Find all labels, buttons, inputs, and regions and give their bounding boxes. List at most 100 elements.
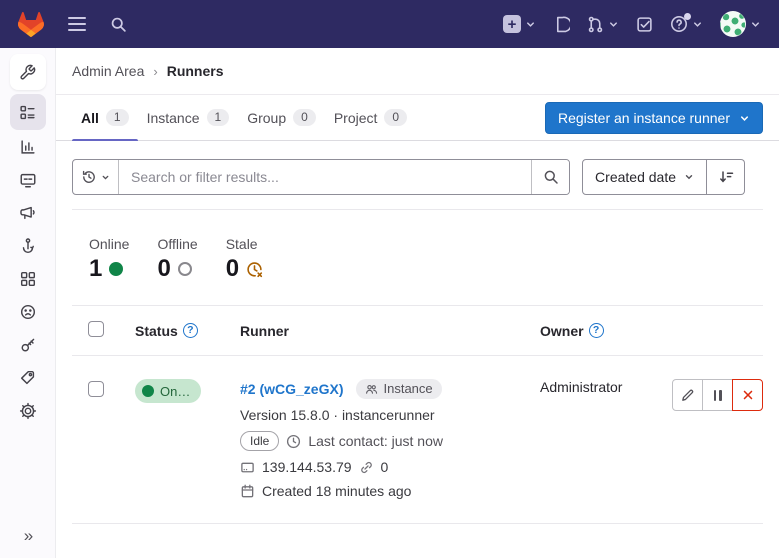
sidebar-item-credentials[interactable] bbox=[10, 328, 46, 361]
runners-table: Status ? Runner Owner ? Online bbox=[72, 305, 763, 524]
runner-tabs: All 1 Instance 1 Group 0 Project 0 Regis… bbox=[56, 95, 779, 141]
stat-stale: Stale 0 bbox=[226, 236, 263, 281]
sidebar-item-abuse-reports[interactable] bbox=[10, 295, 46, 328]
breadcrumb-runners: Runners bbox=[167, 63, 224, 79]
wrench-icon bbox=[19, 64, 36, 81]
merge-requests-menu[interactable] bbox=[587, 16, 619, 33]
todos-icon[interactable] bbox=[636, 16, 653, 33]
search-input[interactable] bbox=[119, 160, 531, 194]
chevron-down-icon bbox=[739, 113, 750, 124]
merge-request-icon bbox=[587, 16, 604, 33]
pause-runner-button[interactable] bbox=[702, 379, 733, 411]
runner-link-count: 0 bbox=[381, 459, 389, 475]
notification-dot bbox=[684, 13, 691, 20]
search-history-dropdown[interactable] bbox=[73, 160, 119, 194]
sort-by-label: Created date bbox=[595, 169, 676, 185]
runner-stats: Online 1 Offline 0 Stale 0 bbox=[56, 210, 779, 281]
chevron-down-icon bbox=[684, 172, 694, 182]
runner-header: Runner bbox=[240, 323, 289, 339]
instance-type-label: Instance bbox=[383, 381, 432, 397]
tab-all-count: 1 bbox=[106, 109, 129, 126]
stat-online-label: Online bbox=[89, 236, 129, 252]
top-navbar: + bbox=[0, 0, 779, 48]
search-submit-button[interactable] bbox=[531, 160, 569, 194]
edit-runner-button[interactable] bbox=[672, 379, 703, 411]
tab-instance-count: 1 bbox=[207, 109, 230, 126]
chevron-down-icon bbox=[692, 19, 703, 30]
select-all-checkbox[interactable] bbox=[88, 321, 104, 337]
tab-all-label: All bbox=[81, 110, 99, 126]
chevron-down-icon bbox=[750, 19, 761, 30]
overview-list-icon bbox=[19, 104, 36, 121]
admin-sidebar: » bbox=[0, 48, 56, 558]
pencil-icon bbox=[680, 388, 695, 403]
monitor-icon bbox=[19, 171, 37, 189]
runner-version: Version 15.8.0 · instancerunner bbox=[240, 407, 520, 423]
sidebar-item-analytics[interactable] bbox=[10, 130, 46, 163]
people-icon bbox=[365, 383, 378, 396]
register-runner-button[interactable]: Register an instance runner bbox=[545, 102, 763, 134]
sidebar-item-labels[interactable] bbox=[10, 361, 46, 394]
last-contact-text: Last contact: just now bbox=[308, 433, 443, 449]
search-icon[interactable] bbox=[110, 16, 127, 33]
instance-type-badge: Instance bbox=[356, 379, 441, 399]
online-dot-icon bbox=[142, 385, 154, 397]
offline-ring-icon bbox=[178, 262, 192, 276]
sidebar-item-applications[interactable] bbox=[10, 262, 46, 295]
runner-link[interactable]: #2 (wCG_zeGX) bbox=[240, 381, 343, 397]
tab-all[interactable]: All 1 bbox=[72, 95, 138, 140]
sidebar-collapse-button[interactable]: » bbox=[0, 526, 56, 546]
history-icon bbox=[81, 169, 97, 185]
help-menu[interactable] bbox=[670, 15, 703, 33]
stat-stale-label: Stale bbox=[226, 236, 263, 252]
sidebar-item-monitoring[interactable] bbox=[10, 163, 46, 196]
new-menu-button[interactable]: + bbox=[503, 15, 536, 33]
runner-actions bbox=[672, 379, 763, 411]
register-runner-label: Register an instance runner bbox=[558, 110, 730, 126]
applications-grid-icon bbox=[19, 270, 37, 288]
gitlab-logo-icon[interactable] bbox=[18, 12, 44, 37]
tab-group-count: 0 bbox=[293, 109, 316, 126]
status-header: Status bbox=[135, 323, 178, 339]
gear-icon bbox=[19, 402, 37, 420]
tab-instance-label: Instance bbox=[147, 110, 200, 126]
sidebar-item-admin-overview[interactable] bbox=[10, 54, 46, 90]
owner-header: Owner bbox=[540, 323, 584, 339]
stale-clock-x-icon bbox=[246, 261, 263, 278]
close-x-icon bbox=[741, 388, 755, 402]
stat-offline: Offline 0 bbox=[157, 236, 197, 281]
stat-online-value: 1 bbox=[89, 257, 102, 281]
user-menu[interactable] bbox=[720, 11, 761, 37]
runner-owner: Administrator bbox=[520, 379, 660, 395]
plus-icon: + bbox=[503, 15, 521, 33]
issues-icon[interactable] bbox=[553, 16, 570, 33]
delete-runner-button[interactable] bbox=[732, 379, 763, 411]
row-checkbox[interactable] bbox=[88, 381, 104, 397]
runner-created-text: Created 18 minutes ago bbox=[262, 483, 411, 499]
sidebar-item-system-hooks[interactable] bbox=[10, 229, 46, 262]
online-status-label: Online bbox=[160, 384, 191, 399]
tab-project[interactable]: Project 0 bbox=[325, 95, 416, 140]
sort-by-dropdown[interactable]: Created date bbox=[582, 159, 707, 195]
pause-icon bbox=[714, 390, 722, 401]
owner-help-icon[interactable]: ? bbox=[589, 323, 604, 338]
chevron-down-icon bbox=[525, 19, 536, 30]
analytics-chart-icon bbox=[19, 138, 37, 156]
tab-instance[interactable]: Instance 1 bbox=[138, 95, 239, 140]
breadcrumb: Admin Area › Runners bbox=[56, 48, 779, 95]
sidebar-item-settings[interactable] bbox=[10, 394, 46, 427]
link-icon bbox=[359, 460, 374, 475]
sort-direction-button[interactable] bbox=[707, 159, 745, 195]
online-status-badge: Online bbox=[135, 379, 201, 403]
tab-group[interactable]: Group 0 bbox=[238, 95, 325, 140]
breadcrumb-admin-area[interactable]: Admin Area bbox=[72, 63, 144, 79]
sidebar-item-overview[interactable] bbox=[10, 94, 46, 130]
main-content: Admin Area › Runners All 1 Instance 1 Gr… bbox=[56, 0, 779, 524]
sidebar-item-messages[interactable] bbox=[10, 196, 46, 229]
chevron-down-icon bbox=[608, 19, 619, 30]
stat-online: Online 1 bbox=[89, 236, 129, 281]
hamburger-menu-icon[interactable] bbox=[68, 17, 86, 31]
idle-badge: Idle bbox=[240, 431, 279, 451]
status-help-icon[interactable]: ? bbox=[183, 323, 198, 338]
tab-project-label: Project bbox=[334, 110, 378, 126]
